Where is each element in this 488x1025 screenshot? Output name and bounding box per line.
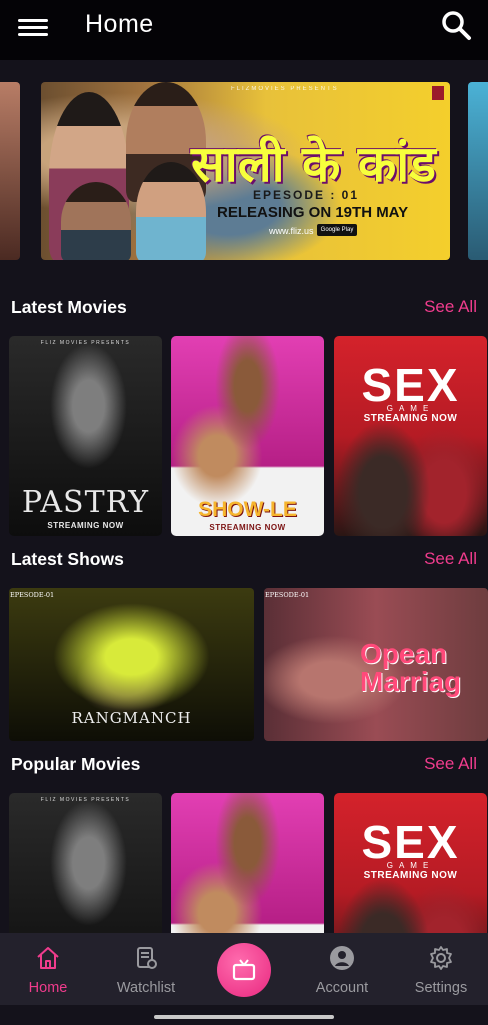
banner-figure <box>61 182 131 260</box>
show-title: RANGMANCH <box>71 709 192 727</box>
popular-movies-row: FLIZ MOVIES PRESENTS SEX GAME STREAMING … <box>9 793 488 933</box>
gear-icon <box>430 946 452 970</box>
nav-watchlist[interactable]: Watchlist <box>104 933 188 1005</box>
google-play-badge: Google Play <box>317 224 357 236</box>
nav-label: Watchlist <box>116 980 176 996</box>
section-header-popular-movies: Popular Movies See All <box>11 754 477 778</box>
poster-subtitle: STREAMING NOW <box>363 870 458 881</box>
live-tv-button[interactable] <box>217 943 271 997</box>
show-title: Opean Marriag <box>360 638 462 697</box>
section-title: Latest Movies <box>11 297 127 317</box>
poster-title: SHOW-LE <box>198 498 297 521</box>
nav-label: Home <box>28 980 68 996</box>
movie-card[interactable]: FLIZ MOVIES PRESENTS PASTRY STREAMING NO… <box>9 336 162 536</box>
latest-movies-row: FLIZ MOVIES PRESENTS PASTRY STREAMING NO… <box>9 336 488 536</box>
see-all-link[interactable]: See All <box>424 549 477 569</box>
page-title: Home <box>85 10 154 38</box>
banner-release-date: RELEASING ON 19TH MAY <box>217 204 409 221</box>
poster-title: PASTRY <box>21 485 150 520</box>
section-header-latest-shows: Latest Shows See All <box>11 549 477 573</box>
banner-slide-current[interactable]: FLIZMOVIES PRESENTS साली के कांड EPESODE… <box>41 82 450 260</box>
poster-subtitle: STREAMING NOW <box>363 413 458 424</box>
movie-card[interactable] <box>171 793 324 933</box>
movie-card[interactable]: SEX GAME STREAMING NOW <box>334 793 487 933</box>
episode-tag: EPESODE-01 <box>265 591 310 599</box>
section-title: Latest Shows <box>11 549 124 569</box>
app-bar: Home <box>0 0 488 60</box>
show-card[interactable]: EPESODE-01 Opean Marriag <box>264 588 488 741</box>
banner-carousel[interactable]: FLIZMOVIES PRESENTS साली के कांड EPESODE… <box>0 82 488 260</box>
poster-presents: FLIZ MOVIES PRESENTS <box>40 797 131 803</box>
account-icon <box>330 946 354 970</box>
poster-tagline: GAME <box>386 404 435 413</box>
poster-subtitle: STREAMING NOW <box>209 523 286 532</box>
banner-slide-previous[interactable] <box>0 82 20 260</box>
banner-presents: FLIZMOVIES PRESENTS <box>231 86 339 92</box>
section-header-latest-movies: Latest Movies See All <box>11 297 477 321</box>
movie-card[interactable]: SHOW-LE STREAMING NOW <box>171 336 324 536</box>
movie-card[interactable]: FLIZ MOVIES PRESENTS <box>9 793 162 933</box>
see-all-link[interactable]: See All <box>424 297 477 317</box>
nav-settings[interactable]: Settings <box>402 933 480 1005</box>
poster-subtitle: STREAMING NOW <box>47 521 124 530</box>
gesture-handle[interactable] <box>154 1015 334 1019</box>
episode-tag: EPESODE-01 <box>10 591 55 599</box>
hamburger-icon[interactable] <box>18 15 48 37</box>
nav-account[interactable]: Account <box>300 933 384 1005</box>
show-card[interactable]: EPESODE-01 RANGMANCH <box>9 588 254 741</box>
movie-card[interactable]: SEX GAME STREAMING NOW <box>334 336 487 536</box>
poster-presents: FLIZ MOVIES PRESENTS <box>40 340 131 346</box>
latest-shows-row: EPESODE-01 RANGMANCH EPESODE-01 Opean Ma… <box>9 588 488 741</box>
banner-title: साली के कांड <box>191 135 436 193</box>
nav-label: Settings <box>414 980 468 996</box>
poster-tagline: GAME <box>386 861 435 870</box>
section-title: Popular Movies <box>11 754 141 774</box>
banner-slide-next[interactable] <box>468 82 488 260</box>
see-all-link[interactable]: See All <box>424 754 477 774</box>
fliz-logo <box>432 86 444 100</box>
nav-home[interactable]: Home <box>10 933 86 1005</box>
tv-icon <box>232 959 256 981</box>
home-icon <box>37 947 59 969</box>
banner-episode: EPESODE : 01 <box>253 188 360 202</box>
banner-url: www.fliz.us <box>269 226 314 236</box>
search-icon[interactable] <box>440 9 472 41</box>
nav-label: Account <box>315 980 369 996</box>
watchlist-icon <box>137 947 157 969</box>
